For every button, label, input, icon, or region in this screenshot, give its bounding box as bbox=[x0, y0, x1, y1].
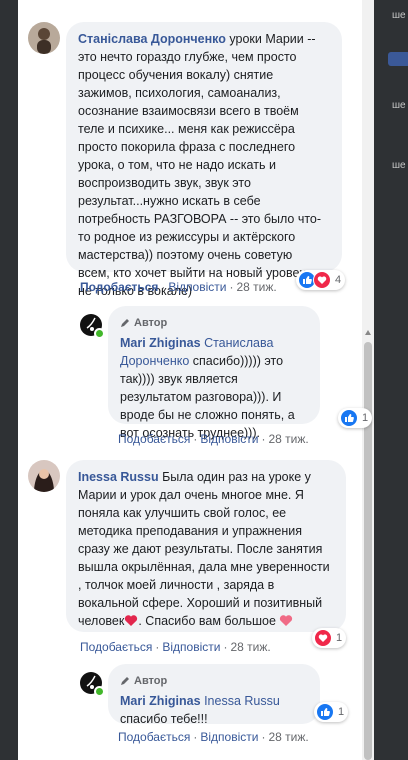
comment-line: воспроизводить звук, звук это bbox=[78, 176, 251, 190]
comment-author[interactable]: Mari Zhiginas bbox=[120, 336, 201, 350]
comment-line: процесс обучения вокалу) снятие bbox=[78, 68, 274, 82]
scroll-up-arrow-icon[interactable] bbox=[365, 330, 371, 335]
comment-line: результат...нужно искать в себе bbox=[78, 194, 261, 208]
scrollbar-thumb[interactable] bbox=[364, 342, 372, 760]
comment-line: урока, о том, что не надо искать и bbox=[78, 158, 276, 172]
mention-link[interactable]: Inessa Russu bbox=[204, 694, 280, 708]
author-badge-label: Автор bbox=[134, 317, 168, 329]
comment-author[interactable]: Inessa Russu bbox=[78, 470, 159, 484]
comment-line: потребность РАЗГОВОРА -- это было что- bbox=[78, 212, 322, 226]
comment-line: мастерства)) поэтому очень советую bbox=[78, 248, 293, 262]
like-button[interactable]: Подобається bbox=[118, 730, 190, 744]
comment-author[interactable]: Mari Zhiginas bbox=[120, 694, 201, 708]
like-reaction-icon bbox=[316, 703, 334, 721]
comment-actions-2: Подобається · Відповісти · 28 тиж. bbox=[118, 432, 309, 446]
comment-line: осознание взаимосвязи всего в твоём bbox=[78, 104, 299, 118]
timestamp[interactable]: 28 тиж. bbox=[230, 640, 270, 654]
comment-line: зажимов, психология, самоанализ, bbox=[78, 86, 281, 100]
heart-emoji-icon bbox=[124, 614, 138, 632]
reply-button[interactable]: Відповісти bbox=[200, 730, 258, 744]
reply-button[interactable]: Відповісти bbox=[162, 640, 220, 654]
comment-actions-4: Подобається · Відповісти · 28 тиж. bbox=[118, 730, 309, 744]
right-background: ше ше ше bbox=[374, 0, 408, 760]
comment-line: просто покорила фраза с последнего bbox=[78, 140, 296, 154]
reaction-count: 1 bbox=[362, 412, 369, 424]
love-reaction-icon bbox=[314, 629, 332, 647]
right-edge-text: ше bbox=[392, 10, 406, 21]
timestamp[interactable]: 28 тиж. bbox=[268, 730, 308, 744]
scrollbar[interactable] bbox=[362, 0, 374, 760]
like-button[interactable]: Подобається bbox=[80, 280, 158, 294]
comment-text-end: . Спасибо вам большое bbox=[138, 614, 276, 628]
reaction-count: 1 bbox=[336, 632, 343, 644]
reply-button[interactable]: Відповісти bbox=[200, 432, 258, 446]
pen-icon bbox=[121, 677, 129, 685]
author-badge-label: Автор bbox=[134, 675, 168, 687]
like-button[interactable]: Подобається bbox=[118, 432, 190, 446]
reaction-summary-3[interactable]: 1 bbox=[312, 628, 347, 648]
comment-line: то родное из режиссуры и актёрского bbox=[78, 230, 296, 244]
comment-line: это нечто гораздо глубже, чем просто bbox=[78, 50, 297, 64]
right-edge-text-2: ше bbox=[392, 100, 406, 111]
comment-line: теле и психике... меня как режиссёра bbox=[78, 122, 295, 136]
timestamp[interactable]: 28 тиж. bbox=[236, 280, 276, 294]
love-reaction-icon bbox=[313, 271, 331, 289]
like-button[interactable]: Подобається bbox=[80, 640, 152, 654]
reply-button[interactable]: Відповісти bbox=[168, 280, 226, 294]
comment-line: всем, кто хочет выйти на новый уровень bbox=[78, 266, 313, 280]
comment-bubble-3: Inessa Russu Была один раз на уроке у Ма… bbox=[66, 460, 346, 632]
reaction-count: 4 bbox=[335, 274, 342, 286]
like-reaction-icon bbox=[340, 409, 358, 427]
reaction-summary-4[interactable]: 1 bbox=[314, 702, 349, 722]
author-badge: Автор bbox=[120, 314, 308, 332]
comment-author[interactable]: Станіслава Доронченко bbox=[78, 32, 226, 46]
author-badge: Автор bbox=[120, 672, 308, 690]
comment-bubble-1: Станіслава Доронченко уроки Марии -- это… bbox=[66, 22, 342, 298]
online-status-dot bbox=[94, 328, 105, 339]
comment-actions-1: Подобається · Відповісти · 28 тиж. bbox=[80, 280, 277, 294]
avatar-stanislava[interactable] bbox=[28, 22, 60, 54]
right-edge-thumbnail bbox=[388, 52, 408, 66]
comment-bubble-4: Автор Mari Zhiginas Inessa Russu спасибо… bbox=[108, 664, 320, 726]
reaction-summary-1[interactable]: 4 bbox=[296, 270, 346, 290]
online-status-dot bbox=[94, 686, 105, 697]
reaction-count: 1 bbox=[338, 706, 345, 718]
right-edge-text-3: ше bbox=[392, 160, 406, 171]
avatar-inessa[interactable] bbox=[28, 460, 60, 492]
comment-text: спасибо тебе!!! bbox=[120, 712, 208, 726]
reaction-summary-2[interactable]: 1 bbox=[338, 408, 373, 428]
heart-emoji-icon bbox=[279, 614, 293, 632]
left-background bbox=[0, 0, 18, 760]
comment-line: уроки Марии -- bbox=[229, 32, 316, 46]
comment-actions-3: Подобається · Відповісти · 28 тиж. bbox=[80, 640, 271, 654]
comment-bubble-2: Автор Mari Zhiginas Станислава Доронченк… bbox=[108, 306, 320, 440]
comment-text: Была один раз на уроке у Марии и урок да… bbox=[78, 470, 330, 628]
timestamp[interactable]: 28 тиж. bbox=[268, 432, 308, 446]
pen-icon bbox=[121, 319, 129, 327]
